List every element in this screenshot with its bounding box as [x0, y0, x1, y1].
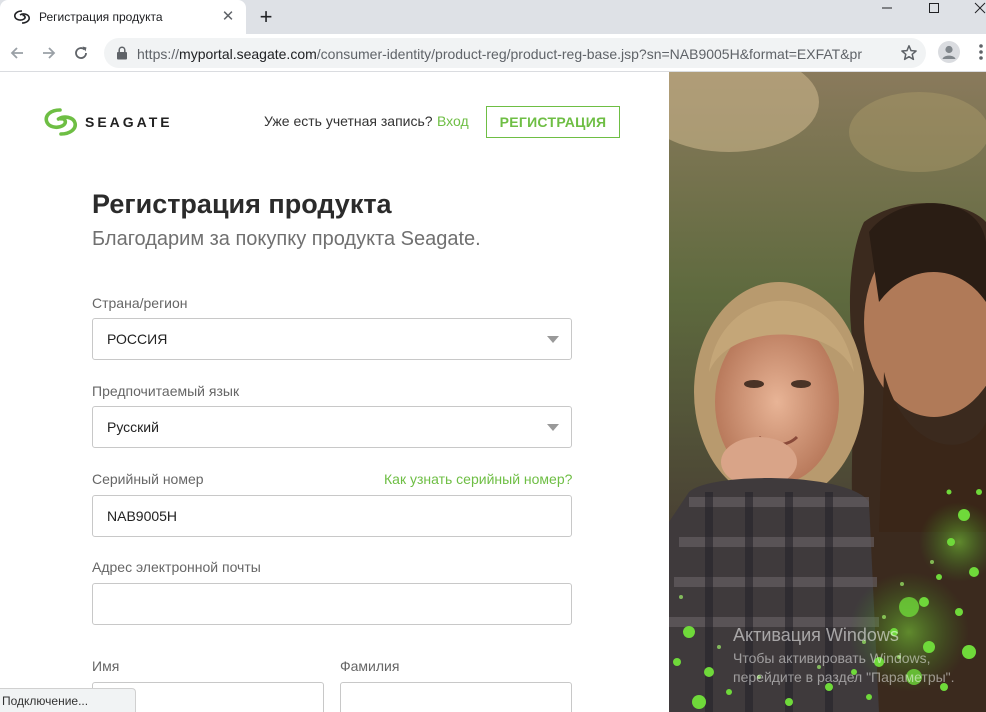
serial-value: NAB9005H: [107, 508, 178, 524]
serial-label: Серийный номер: [92, 471, 204, 487]
browser-toolbar: https://myportal.seagate.com/consumer-id…: [0, 34, 986, 72]
first-name-label: Имя: [92, 658, 120, 674]
url-host: myportal.seagate.com: [179, 46, 317, 62]
url-path: /consumer-identity/product-reg/product-r…: [316, 46, 862, 62]
country-value: РОССИЯ: [107, 331, 168, 347]
reload-icon[interactable]: [70, 42, 92, 64]
window-close-icon[interactable]: [965, 0, 986, 16]
language-select[interactable]: Русский: [92, 406, 572, 448]
register-button[interactable]: РЕГИСТРАЦИЯ: [486, 106, 620, 138]
last-name-label: Фамилия: [340, 658, 400, 674]
forward-arrow-icon[interactable]: [38, 42, 60, 64]
registration-pane: SEAGATE Уже есть учетная запись? Вход РЕ…: [0, 72, 669, 712]
serial-input[interactable]: NAB9005H: [92, 495, 572, 537]
profile-avatar-icon[interactable]: [938, 41, 960, 63]
last-name-input[interactable]: [340, 682, 572, 712]
hero-photo: [669, 72, 986, 712]
email-input[interactable]: [92, 583, 572, 625]
windows-activation-text: Чтобы активировать Windows, перейдите в …: [733, 649, 955, 687]
tab-title: Регистрация продукта: [39, 10, 163, 24]
dropdown-caret-icon: [547, 424, 559, 431]
dropdown-caret-icon: [547, 336, 559, 343]
window-minimize-icon[interactable]: [872, 0, 902, 16]
seagate-logo[interactable]: SEAGATE: [43, 106, 183, 138]
window-maximize-icon[interactable]: [919, 0, 949, 16]
seagate-favicon-icon: [14, 10, 30, 24]
browser-status-bar: Подключение...: [0, 688, 136, 712]
windows-activation-title: Активация Windows: [733, 625, 899, 645]
windows-activation-line1: Чтобы активировать Windows,: [733, 650, 931, 666]
language-value: Русский: [107, 419, 159, 435]
browser-menu-icon[interactable]: [972, 42, 984, 62]
page-title: Регистрация продукта: [92, 189, 392, 219]
country-select[interactable]: РОССИЯ: [92, 318, 572, 360]
new-tab-icon[interactable]: +: [256, 5, 276, 29]
have-account-text: Уже есть учетная запись?: [264, 113, 433, 129]
email-label: Адрес электронной почты: [92, 559, 261, 575]
logo-wordmark: SEAGATE: [85, 114, 173, 130]
browser-tab-strip: Регистрация продукта ✕ +: [0, 0, 986, 34]
tab-close-icon[interactable]: ✕: [220, 9, 236, 25]
hero-photo-illustration: [669, 72, 986, 712]
seagate-logo-icon: [44, 108, 77, 136]
page-subtitle: Благодарим за покупку продукта Seagate.: [92, 228, 481, 250]
address-bar[interactable]: https://myportal.seagate.com/consumer-id…: [104, 38, 926, 68]
bookmark-star-icon[interactable]: [900, 44, 918, 62]
back-arrow-icon[interactable]: [6, 42, 28, 64]
serial-help-link[interactable]: Как узнать серийный номер?: [384, 471, 572, 487]
browser-tab[interactable]: Регистрация продукта ✕: [0, 0, 246, 34]
login-link[interactable]: Вход: [437, 113, 469, 129]
language-label: Предпочитаемый язык: [92, 383, 240, 399]
url-prefix: https://: [137, 46, 180, 62]
page-viewport: SEAGATE Уже есть учетная запись? Вход РЕ…: [0, 72, 986, 712]
windows-activation-line2: перейдите в раздел "Параметры".: [733, 669, 955, 685]
country-label: Страна/регион: [92, 295, 188, 311]
url-text: https://myportal.seagate.com/consumer-id…: [137, 46, 862, 62]
lock-icon: [117, 46, 127, 60]
